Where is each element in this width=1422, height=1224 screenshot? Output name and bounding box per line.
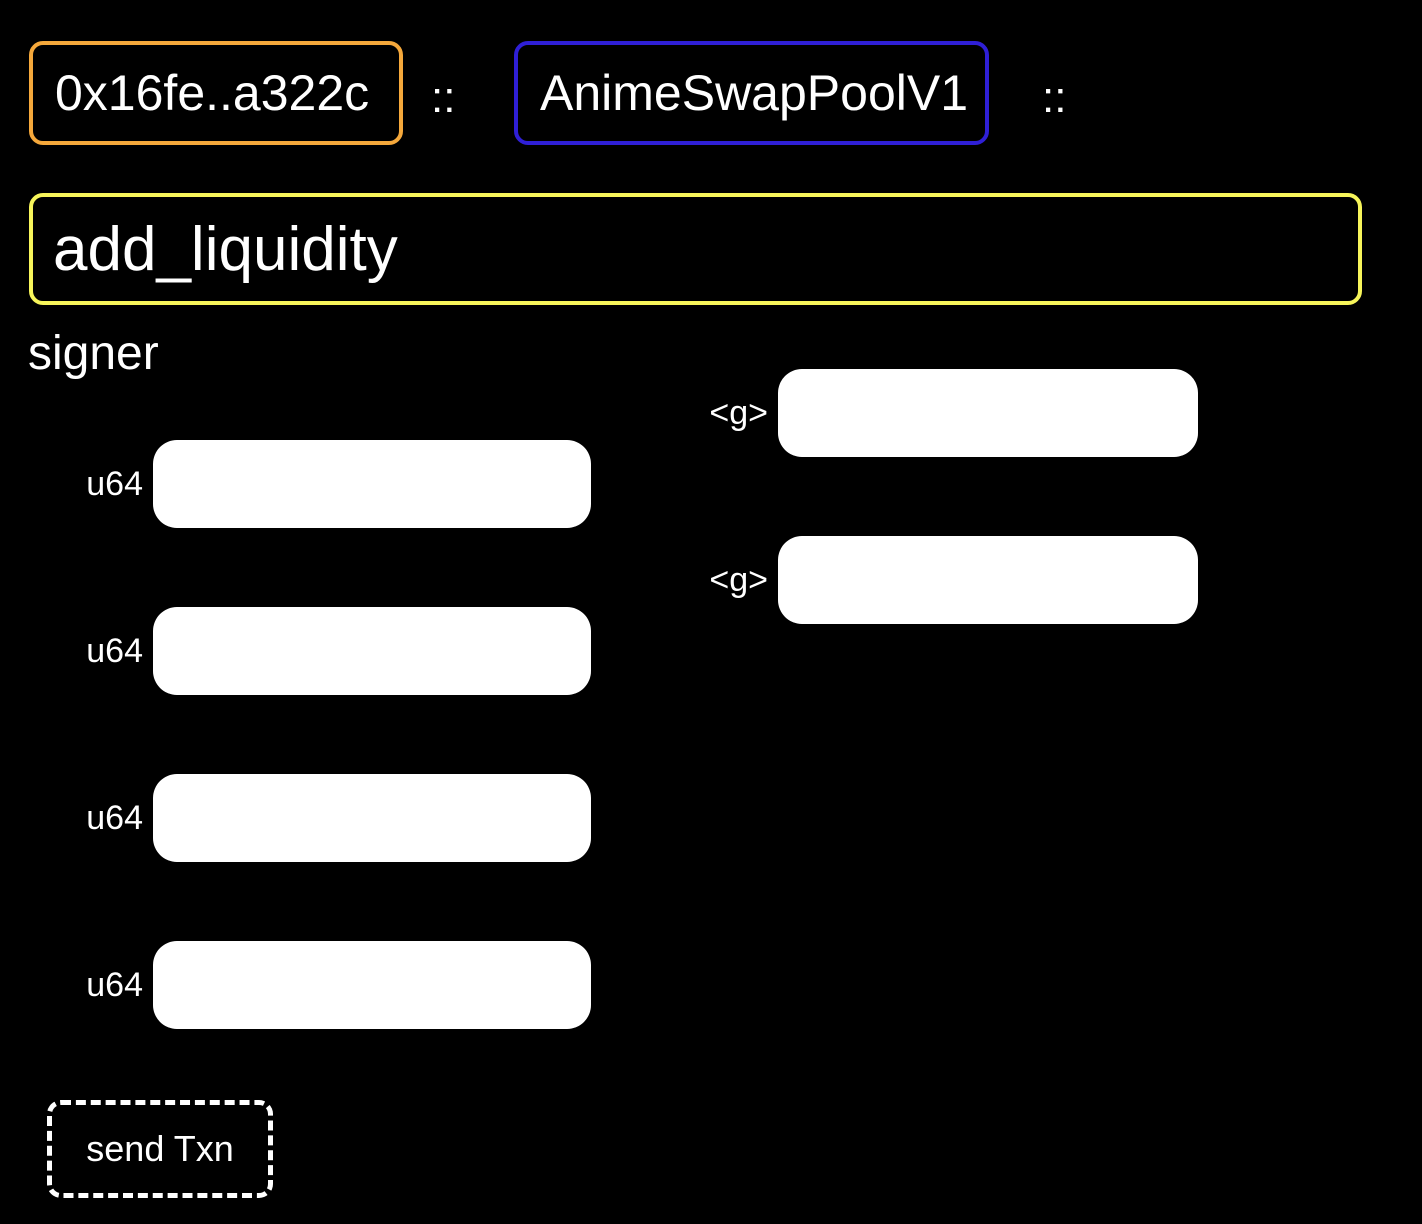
- u64-param-label: u64: [86, 798, 143, 837]
- generic-param-label: <g>: [709, 393, 768, 432]
- u64-param-label: u64: [86, 965, 143, 1004]
- u64-param-input[interactable]: [153, 607, 591, 695]
- send-txn-button[interactable]: send Txn: [47, 1100, 273, 1198]
- generic-param-label: <g>: [709, 560, 768, 599]
- generic-type-input[interactable]: [778, 536, 1198, 624]
- send-txn-label: send Txn: [86, 1128, 234, 1169]
- address-text: 0x16fe..a322c: [55, 65, 370, 121]
- signer-label: signer: [28, 327, 159, 380]
- u64-param-row: u64: [0, 774, 591, 862]
- u64-param-row: u64: [0, 941, 591, 1029]
- module-pill[interactable]: AnimeSwapPoolV1: [514, 41, 989, 145]
- u64-param-input[interactable]: [153, 941, 591, 1029]
- u64-param-input[interactable]: [153, 440, 591, 528]
- u64-param-label: u64: [86, 464, 143, 503]
- move-function-caller: 0x16fe..a322c :: AnimeSwapPoolV1 :: add_…: [0, 0, 1422, 1224]
- generic-param-row: <g>: [690, 536, 1198, 624]
- function-name-text: add_liquidity: [53, 214, 398, 284]
- path-separator: ::: [431, 73, 456, 122]
- u64-param-input[interactable]: [153, 774, 591, 862]
- function-name-field[interactable]: add_liquidity: [29, 193, 1362, 305]
- path-separator: ::: [1042, 73, 1067, 122]
- address-pill[interactable]: 0x16fe..a322c: [29, 41, 403, 145]
- generic-param-row: <g>: [690, 369, 1198, 457]
- u64-param-row: u64: [0, 607, 591, 695]
- u64-param-row: u64: [0, 440, 591, 528]
- generic-type-input[interactable]: [778, 369, 1198, 457]
- module-name-text: AnimeSwapPoolV1: [540, 65, 969, 121]
- u64-param-label: u64: [86, 631, 143, 670]
